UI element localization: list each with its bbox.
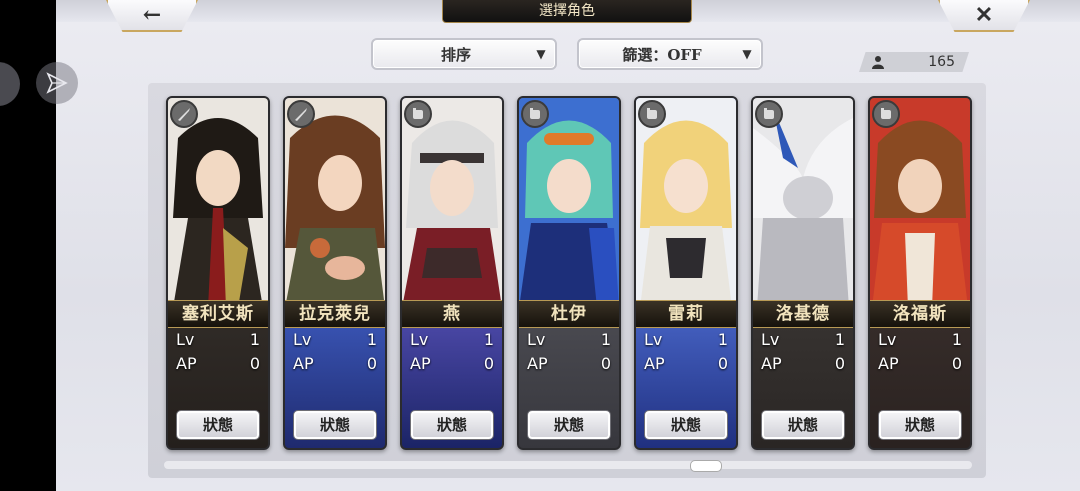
- status-button[interactable]: 狀態: [644, 410, 728, 440]
- level-label: Lv: [410, 330, 429, 349]
- ap-row: AP 0: [761, 354, 845, 376]
- ap-value: 0: [834, 354, 845, 373]
- page-title: 選擇角色: [442, 0, 692, 23]
- fist-icon: [521, 100, 549, 128]
- level-value: 1: [483, 330, 494, 349]
- ap-value: 0: [483, 354, 494, 373]
- character-card[interactable]: 燕 Lv 1 AP 0 狀態: [400, 96, 504, 450]
- filter-label: 篩選：OFF: [622, 45, 702, 64]
- send-button[interactable]: [36, 62, 78, 104]
- filter-dropdown[interactable]: 篩選：OFF ▼: [577, 38, 763, 70]
- send-icon: [46, 72, 68, 94]
- sort-dropdown[interactable]: 排序 ▼: [371, 38, 557, 70]
- close-icon: ✕: [974, 2, 994, 28]
- level-row: Lv 1: [176, 330, 260, 352]
- character-portrait: [519, 98, 619, 308]
- scrollbar-thumb[interactable]: [690, 460, 722, 472]
- status-button[interactable]: 狀態: [176, 410, 260, 440]
- character-portrait: [636, 98, 736, 308]
- character-name: 拉克萊兒: [285, 300, 385, 328]
- sort-label: 排序: [440, 45, 471, 64]
- level-row: Lv 1: [410, 330, 494, 352]
- ap-row: AP 0: [644, 354, 728, 376]
- character-portrait: [168, 98, 268, 308]
- level-label: Lv: [527, 330, 546, 349]
- ap-label: AP: [878, 354, 899, 373]
- back-arrow-icon: ←: [142, 2, 162, 28]
- ap-value: 0: [951, 354, 962, 373]
- level-value: 1: [600, 330, 611, 349]
- character-card[interactable]: 拉克萊兒 Lv 1 AP 0 狀態: [283, 96, 387, 450]
- ap-label: AP: [527, 354, 548, 373]
- ap-label: AP: [293, 354, 314, 373]
- ap-row: AP 0: [410, 354, 494, 376]
- character-name: 雷莉: [636, 300, 736, 328]
- ap-label: AP: [410, 354, 431, 373]
- level-label: Lv: [176, 330, 195, 349]
- ap-row: AP 0: [176, 354, 260, 376]
- character-card[interactable]: 洛基德 Lv 1 AP 0 狀態: [751, 96, 855, 450]
- ap-label: AP: [644, 354, 665, 373]
- ap-value: 0: [249, 354, 260, 373]
- character-name: 杜伊: [519, 300, 619, 328]
- ap-value: 0: [717, 354, 728, 373]
- side-edge-tab: [0, 62, 20, 106]
- back-button[interactable]: ←: [106, 0, 198, 32]
- chevron-down-icon: ▼: [536, 47, 546, 61]
- level-row: Lv 1: [644, 330, 728, 352]
- fist-icon: [755, 100, 783, 128]
- status-button[interactable]: 狀態: [878, 410, 962, 440]
- person-icon: [871, 55, 891, 69]
- character-portrait: [753, 98, 853, 308]
- level-value: 1: [717, 330, 728, 349]
- character-card[interactable]: 雷莉 Lv 1 AP 0 狀態: [634, 96, 738, 450]
- level-label: Lv: [761, 330, 780, 349]
- character-name: 洛福斯: [870, 300, 970, 328]
- ap-row: AP 0: [878, 354, 962, 376]
- character-portrait: [402, 98, 502, 308]
- character-card[interactable]: 塞利艾斯 Lv 1 AP 0 狀態: [166, 96, 270, 450]
- level-value: 1: [249, 330, 260, 349]
- status-button[interactable]: 狀態: [761, 410, 845, 440]
- status-button[interactable]: 狀態: [527, 410, 611, 440]
- character-name: 塞利艾斯: [168, 300, 268, 328]
- sword-icon: [170, 100, 198, 128]
- fist-icon: [638, 100, 666, 128]
- game-screen: ← 選擇角色 ✕ 排序 ▼ 篩選：OFF ▼ 165 塞利艾斯 Lv 1 AP …: [56, 0, 1080, 491]
- horizontal-scrollbar[interactable]: [164, 461, 972, 469]
- ap-row: AP 0: [527, 354, 611, 376]
- character-count: 165: [928, 54, 955, 70]
- character-name: 洛基德: [753, 300, 853, 328]
- level-value: 1: [366, 330, 377, 349]
- character-portrait: [285, 98, 385, 308]
- level-label: Lv: [878, 330, 897, 349]
- level-value: 1: [951, 330, 962, 349]
- ap-label: AP: [176, 354, 197, 373]
- status-button[interactable]: 狀態: [410, 410, 494, 440]
- fist-icon: [404, 100, 432, 128]
- fist-icon: [872, 100, 900, 128]
- ap-row: AP 0: [293, 354, 377, 376]
- level-row: Lv 1: [761, 330, 845, 352]
- character-count-badge: 165: [859, 52, 969, 72]
- character-portrait: [870, 98, 970, 308]
- level-row: Lv 1: [527, 330, 611, 352]
- close-button[interactable]: ✕: [938, 0, 1030, 32]
- character-card[interactable]: 杜伊 Lv 1 AP 0 狀態: [517, 96, 621, 450]
- ap-value: 0: [366, 354, 377, 373]
- level-value: 1: [834, 330, 845, 349]
- ap-label: AP: [761, 354, 782, 373]
- level-label: Lv: [644, 330, 663, 349]
- character-card[interactable]: 洛福斯 Lv 1 AP 0 狀態: [868, 96, 972, 450]
- level-row: Lv 1: [878, 330, 962, 352]
- chevron-down-icon: ▼: [742, 47, 752, 61]
- ap-value: 0: [600, 354, 611, 373]
- sword-icon: [287, 100, 315, 128]
- status-button[interactable]: 狀態: [293, 410, 377, 440]
- character-name: 燕: [402, 300, 502, 328]
- level-label: Lv: [293, 330, 312, 349]
- level-row: Lv 1: [293, 330, 377, 352]
